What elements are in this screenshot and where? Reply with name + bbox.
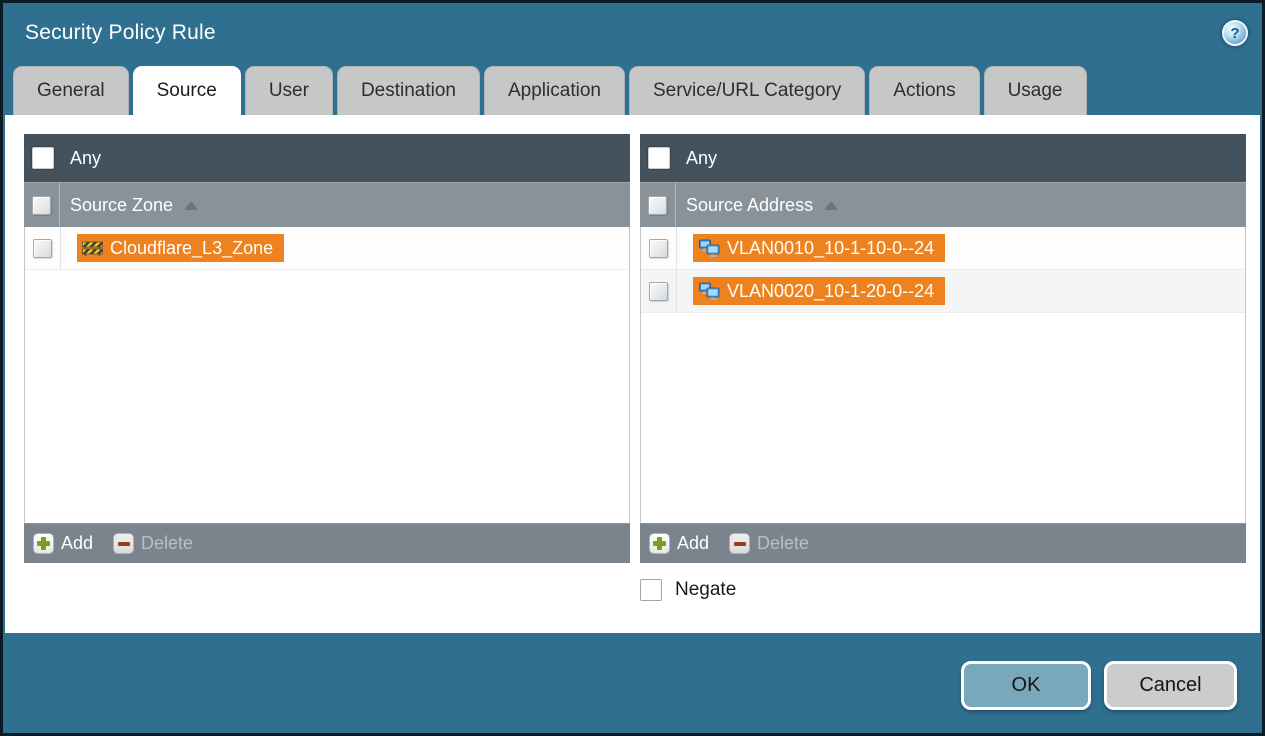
source-tab-content: Any Source Zone Cloudflare_L3_Zone Add D… bbox=[5, 115, 1260, 633]
tab-user[interactable]: User bbox=[244, 66, 333, 115]
negate-row: Negate bbox=[640, 579, 1246, 601]
source-zone-footer: Add Delete bbox=[24, 523, 630, 563]
source-zone-any-label: Any bbox=[70, 147, 102, 168]
address-tag-label: VLAN0010_10-1-10-0--24 bbox=[727, 237, 935, 258]
sort-ascending-icon bbox=[184, 200, 199, 210]
source-address-row[interactable]: VLAN0020_10-1-20-0--24 bbox=[641, 270, 1245, 313]
source-address-select-all-checkbox[interactable] bbox=[648, 195, 667, 215]
zone-tag-label: Cloudflare_L3_Zone bbox=[110, 237, 274, 258]
negate-label: Negate bbox=[675, 579, 737, 600]
address-tag[interactable]: VLAN0020_10-1-20-0--24 bbox=[693, 277, 946, 305]
tab-actions[interactable]: Actions bbox=[869, 66, 980, 115]
ok-button[interactable]: OK bbox=[961, 661, 1091, 710]
source-address-footer: Add Delete bbox=[640, 523, 1246, 563]
source-zone-list: Cloudflare_L3_Zone bbox=[24, 227, 630, 523]
security-policy-rule-dialog: Security Policy Rule ? General Source Us… bbox=[3, 3, 1262, 733]
network-icon bbox=[699, 282, 720, 300]
address-tag-label: VLAN0020_10-1-20-0--24 bbox=[727, 280, 935, 301]
delete-address-button[interactable]: Delete bbox=[729, 533, 809, 554]
source-zone-any-checkbox[interactable] bbox=[32, 147, 54, 169]
source-address-any-label: Any bbox=[686, 147, 718, 168]
tab-destination[interactable]: Destination bbox=[336, 66, 480, 115]
source-zone-any-bar: Any bbox=[24, 134, 630, 182]
tab-usage[interactable]: Usage bbox=[983, 66, 1087, 115]
dialog-title: Security Policy Rule bbox=[25, 21, 216, 44]
delete-zone-button[interactable]: Delete bbox=[113, 533, 193, 554]
tab-source[interactable]: Source bbox=[132, 66, 241, 115]
add-address-button[interactable]: Add bbox=[649, 533, 709, 554]
source-zone-column-label: Source Zone bbox=[70, 194, 174, 215]
source-zone-select-all-checkbox[interactable] bbox=[32, 195, 51, 215]
source-address-list: VLAN0010_10-1-10-0--24 VLAN0020_10-1-20-… bbox=[640, 227, 1246, 523]
source-address-panel: Any Source Address VLAN0010_10-1-10-0--2… bbox=[640, 134, 1246, 563]
tab-general[interactable]: General bbox=[13, 66, 129, 115]
dialog-button-bar: OK Cancel bbox=[3, 633, 1262, 733]
address-tag[interactable]: VLAN0010_10-1-10-0--24 bbox=[693, 234, 946, 262]
negate-spacer bbox=[24, 579, 630, 601]
sort-ascending-icon bbox=[824, 200, 839, 210]
tab-service-url-category[interactable]: Service/URL Category bbox=[628, 66, 866, 115]
zone-tag[interactable]: Cloudflare_L3_Zone bbox=[77, 234, 285, 262]
add-icon bbox=[33, 533, 54, 554]
source-address-any-checkbox[interactable] bbox=[648, 147, 670, 169]
tab-application[interactable]: Application bbox=[484, 66, 625, 115]
source-zone-panel: Any Source Zone Cloudflare_L3_Zone Add D… bbox=[24, 134, 630, 563]
source-address-row[interactable]: VLAN0010_10-1-10-0--24 bbox=[641, 227, 1245, 270]
delete-icon bbox=[729, 533, 751, 554]
negate-checkbox[interactable] bbox=[640, 579, 662, 601]
row-checkbox[interactable] bbox=[649, 281, 668, 301]
source-address-any-bar: Any bbox=[640, 134, 1246, 182]
dialog-frame: Security Policy Rule ? General Source Us… bbox=[0, 0, 1265, 736]
tab-bar: General Source User Destination Applicat… bbox=[3, 63, 1262, 115]
title-bar: Security Policy Rule ? bbox=[3, 3, 1262, 63]
delete-icon bbox=[113, 533, 135, 554]
source-zone-row[interactable]: Cloudflare_L3_Zone bbox=[25, 227, 629, 270]
network-icon bbox=[699, 239, 720, 257]
add-zone-button[interactable]: Add bbox=[33, 533, 93, 554]
add-icon bbox=[649, 533, 670, 554]
source-address-column-label: Source Address bbox=[686, 194, 814, 215]
source-zone-column-header[interactable]: Source Zone bbox=[24, 182, 630, 227]
row-checkbox[interactable] bbox=[33, 238, 52, 258]
source-address-column-header[interactable]: Source Address bbox=[640, 182, 1246, 227]
help-icon[interactable]: ? bbox=[1222, 20, 1248, 46]
zone-icon bbox=[82, 241, 103, 256]
row-checkbox[interactable] bbox=[649, 238, 668, 258]
cancel-button[interactable]: Cancel bbox=[1104, 661, 1237, 710]
